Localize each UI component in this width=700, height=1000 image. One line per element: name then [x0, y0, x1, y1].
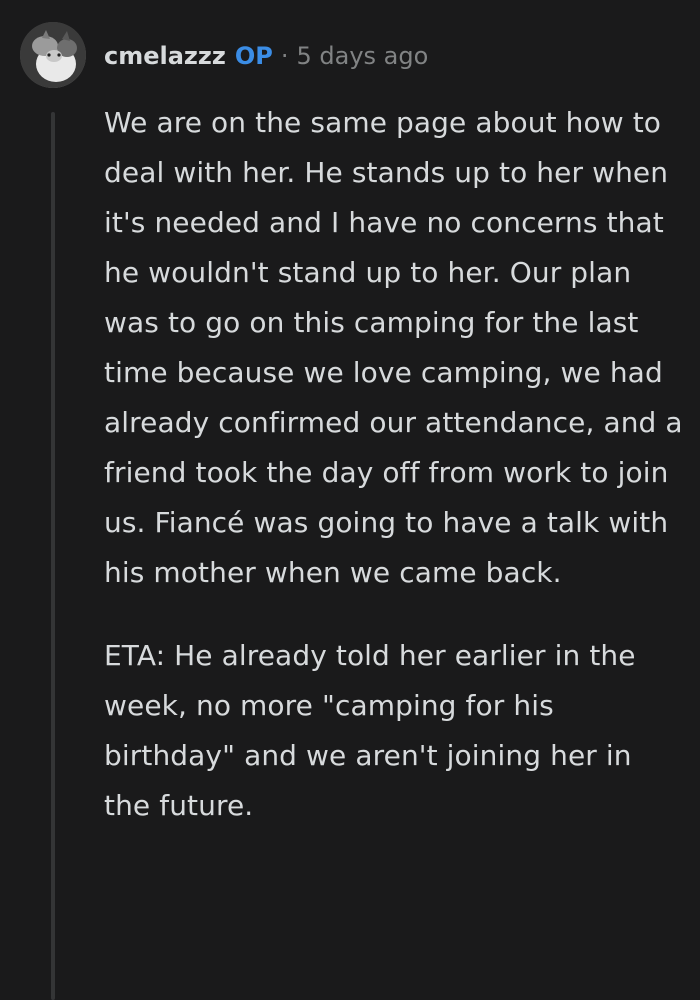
comment-header: cmelazzz OP · 5 days ago	[104, 38, 428, 74]
cat-photo-avatar-icon	[20, 22, 86, 88]
thread-collapse-line[interactable]	[51, 112, 55, 1000]
comment-paragraph-eta: ETA: He already told her earlier in the …	[104, 639, 636, 822]
comment-body: We are on the same page about how to dea…	[104, 98, 684, 831]
user-avatar[interactable]	[20, 22, 86, 88]
comment: cmelazzz OP · 5 days ago We are on the s…	[0, 0, 700, 1000]
comment-timestamp[interactable]: 5 days ago	[296, 42, 428, 70]
username-link[interactable]: cmelazzz	[104, 42, 226, 70]
op-badge: OP	[234, 42, 273, 70]
comment-paragraph-main: We are on the same page about how to dea…	[104, 106, 683, 589]
meta-separator: ·	[280, 42, 289, 70]
